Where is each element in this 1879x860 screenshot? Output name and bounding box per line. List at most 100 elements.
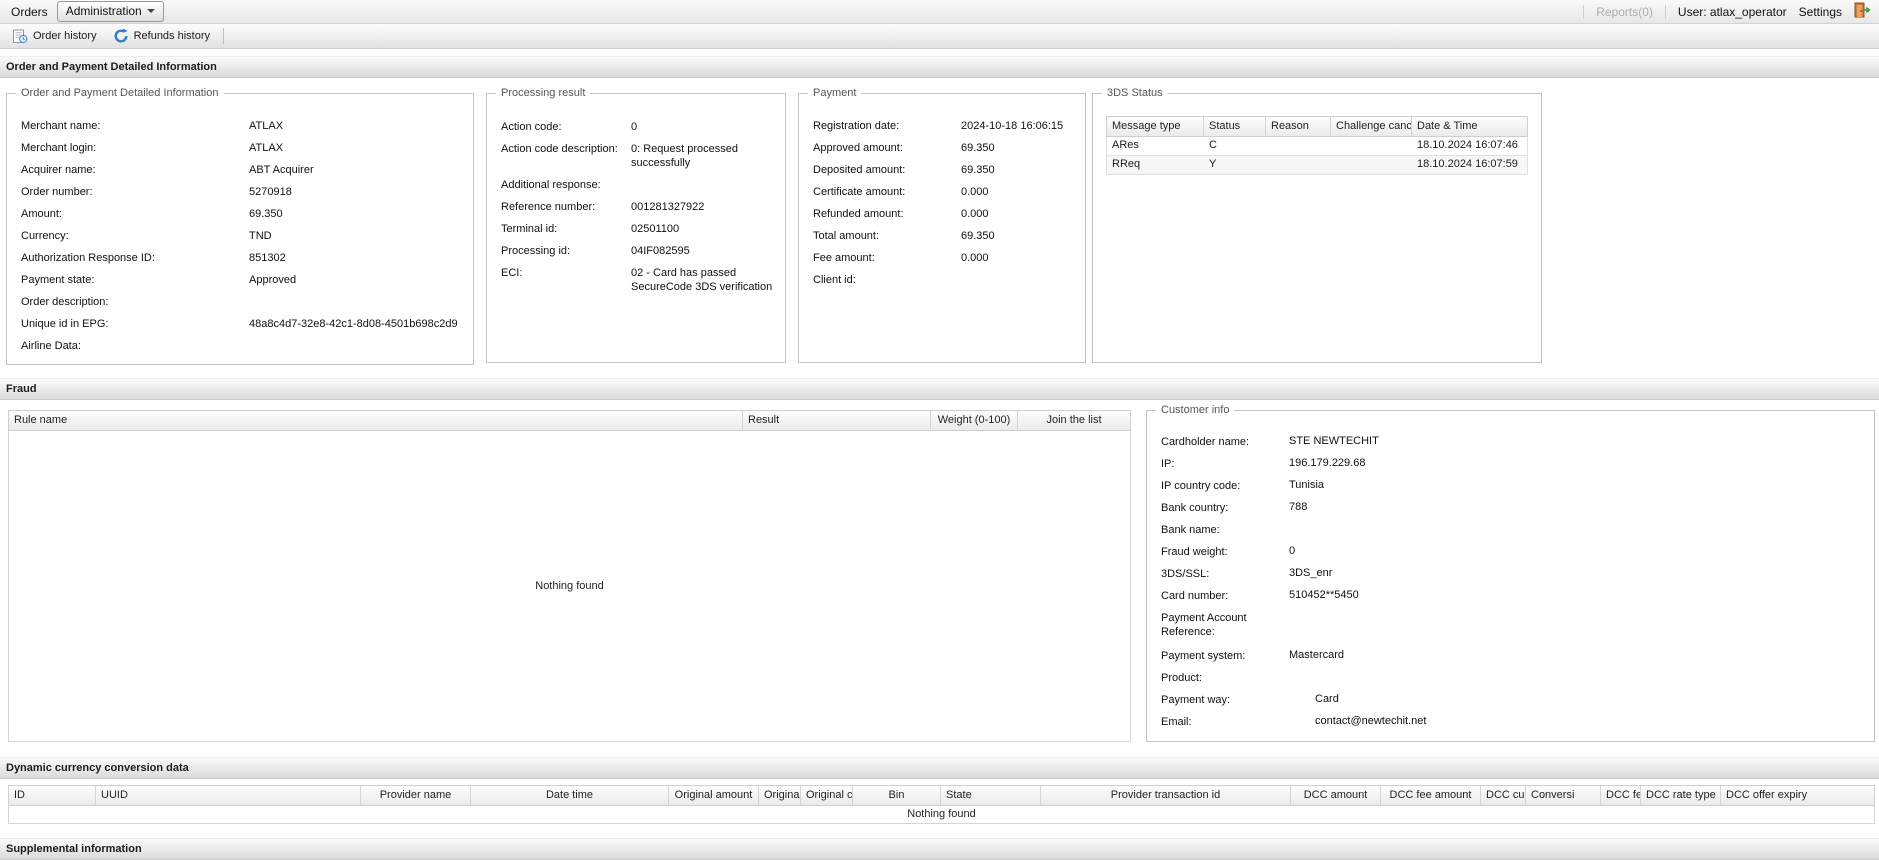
row-reference-number: Reference number: 001281327922 [501, 200, 785, 214]
section-header-fraud: Fraud [0, 378, 1879, 400]
column-header[interactable]: Original amount [669, 786, 759, 805]
column-header[interactable]: Result [743, 411, 931, 430]
field-label: Terminal id: [501, 223, 558, 235]
order-history-label: Order history [33, 30, 97, 42]
field-value: 0 [631, 121, 638, 133]
field-value: 2024-10-18 16:06:15 [961, 120, 1064, 132]
field-label: IP: [1161, 458, 1175, 470]
row-payment-system: Payment system: Mastercard [1161, 649, 1874, 671]
user-label: User: atlax_operator [1677, 4, 1787, 19]
row-registration-date: Registration date: 2024-10-18 16:06:15 [813, 120, 1085, 142]
field-label: ECI: [501, 267, 523, 279]
cell-datetime: 18.10.2024 16:07:59 [1417, 158, 1518, 170]
field-value: Mastercard [1289, 649, 1345, 661]
section-header-main: Order and Payment Detailed Information [0, 56, 1879, 78]
column-header[interactable]: UUID [96, 786, 361, 805]
table-row[interactable]: ARes C 18.10.2024 16:07:46 [1106, 137, 1528, 156]
settings-menu-item[interactable]: Settings [1799, 5, 1842, 19]
field-label: Currency: [21, 230, 69, 242]
column-header[interactable]: Original f [759, 786, 801, 805]
field-label: Approved amount: [813, 142, 903, 154]
row-auth-response-id: Authorization Response ID: 851302 [21, 252, 473, 274]
empty-state-text: Nothing found [535, 580, 604, 592]
column-header[interactable]: ID [9, 786, 96, 805]
column-header[interactable]: Provider transaction id [1041, 786, 1291, 805]
order-history-icon [12, 28, 28, 44]
row-fraud-weight: Fraud weight: 0 [1161, 545, 1874, 567]
three-ds-table-header: Message type Status Reason Challenge can… [1106, 116, 1528, 137]
row-bank-name: Bank name: [1161, 523, 1874, 545]
fraud-rules-table: Rule name Result Weight (0-100) Join the… [8, 410, 1131, 742]
field-label: Client id: [813, 274, 856, 286]
row-payment-way: Payment way: Card [1161, 693, 1874, 715]
column-header[interactable]: Rule name [9, 411, 743, 430]
row-terminal-id: Terminal id: 02501100 [501, 222, 785, 236]
column-header[interactable]: Join the list [1018, 411, 1130, 430]
column-header[interactable]: State [941, 786, 1041, 805]
column-header[interactable]: Weight (0-100) [931, 411, 1018, 430]
row-currency: Currency: TND [21, 230, 473, 252]
field-label: Certificate amount: [813, 186, 906, 198]
refunds-history-button[interactable]: Refunds history [106, 26, 217, 46]
column-header[interactable]: DCC amount [1291, 786, 1381, 805]
field-value: 851302 [249, 252, 286, 264]
cell-reason [1266, 137, 1331, 155]
field-label: Registration date: [813, 120, 900, 132]
column-header[interactable]: Original c [801, 786, 853, 805]
field-label: Bank country: [1161, 502, 1229, 514]
field-label: Action code: [501, 121, 562, 133]
menubar-tab-administration[interactable]: Administration [56, 1, 164, 22]
panel-legend: Order and Payment Detailed Information [16, 87, 224, 99]
customer-info-panel: Customer info Cardholder name: STE NEWTEC… [1146, 404, 1875, 742]
field-value: ATLAX [249, 142, 284, 154]
row-order-number: Order number: 5270918 [21, 186, 473, 208]
field-label: Payment system: [1161, 650, 1246, 662]
row-total-amount: Total amount: 69.350 [813, 230, 1085, 252]
reports-menu-item[interactable]: Reports(0) [1596, 5, 1653, 19]
column-header[interactable]: Message type [1107, 117, 1204, 136]
cell-message-type: RReq [1112, 158, 1141, 170]
field-value: 0.000 [961, 252, 989, 264]
separator [223, 28, 225, 44]
toolbar: Order history Refunds history [0, 24, 1879, 49]
row-email: Email: contact@newtechit.net [1161, 715, 1874, 737]
column-header[interactable]: Date time [471, 786, 669, 805]
column-header[interactable]: DCC rate type [1641, 786, 1721, 805]
field-value: 02 - Card has passed SecureCode 3DS veri… [631, 267, 773, 293]
cell-message-type: ARes [1112, 139, 1139, 151]
column-header[interactable]: DCC curr [1481, 786, 1526, 805]
field-label: Processing id: [501, 245, 571, 257]
table-row[interactable]: RReq Y 18.10.2024 16:07:59 [1106, 156, 1528, 175]
field-value: 04IF082595 [631, 245, 690, 257]
menubar: Orders Administration Reports(0) User: a… [0, 0, 1879, 24]
fraud-section: Rule name Result Weight (0-100) Join the… [0, 400, 1879, 752]
field-label: Order number: [21, 186, 93, 198]
column-header[interactable]: Status [1204, 117, 1266, 136]
row-merchant-name: Merchant name: ATLAX [21, 120, 473, 142]
menubar-right-group: Reports(0) User: atlax_operator Settings [1583, 2, 1871, 21]
order-history-button[interactable]: Order history [5, 26, 104, 46]
dcc-empty-state: Nothing found [8, 806, 1875, 824]
field-value: 69.350 [961, 230, 995, 242]
field-value: ABT Acquirer [249, 164, 314, 176]
menubar-tab-orders[interactable]: Orders [2, 2, 57, 22]
column-header[interactable]: Reason [1266, 117, 1331, 136]
column-header[interactable]: Bin [853, 786, 941, 805]
logout-door-icon[interactable] [1854, 2, 1871, 21]
refunds-history-label: Refunds history [133, 30, 211, 42]
column-header[interactable]: Challenge cancel [1331, 117, 1412, 136]
field-value: 69.350 [961, 164, 995, 176]
row-action-code: Action code: 0 [501, 120, 785, 134]
row-amount: Amount: 69.350 [21, 208, 473, 230]
column-header[interactable]: Conversi [1526, 786, 1601, 805]
field-label: 3DS/SSL: [1161, 568, 1210, 580]
column-header[interactable]: DCC offer expiry [1721, 786, 1874, 805]
column-header[interactable]: Provider name [361, 786, 471, 805]
field-label: Action code description: [501, 143, 618, 155]
column-header[interactable]: DCC fee amount [1381, 786, 1481, 805]
row-eci: ECI: 02 - Card has passed SecureCode 3DS … [501, 266, 785, 294]
column-header[interactable]: Date & Time [1412, 117, 1529, 136]
field-value: Tunisia [1289, 479, 1325, 491]
field-label: Unique id in EPG: [21, 318, 109, 330]
column-header[interactable]: DCC fee [1601, 786, 1641, 805]
